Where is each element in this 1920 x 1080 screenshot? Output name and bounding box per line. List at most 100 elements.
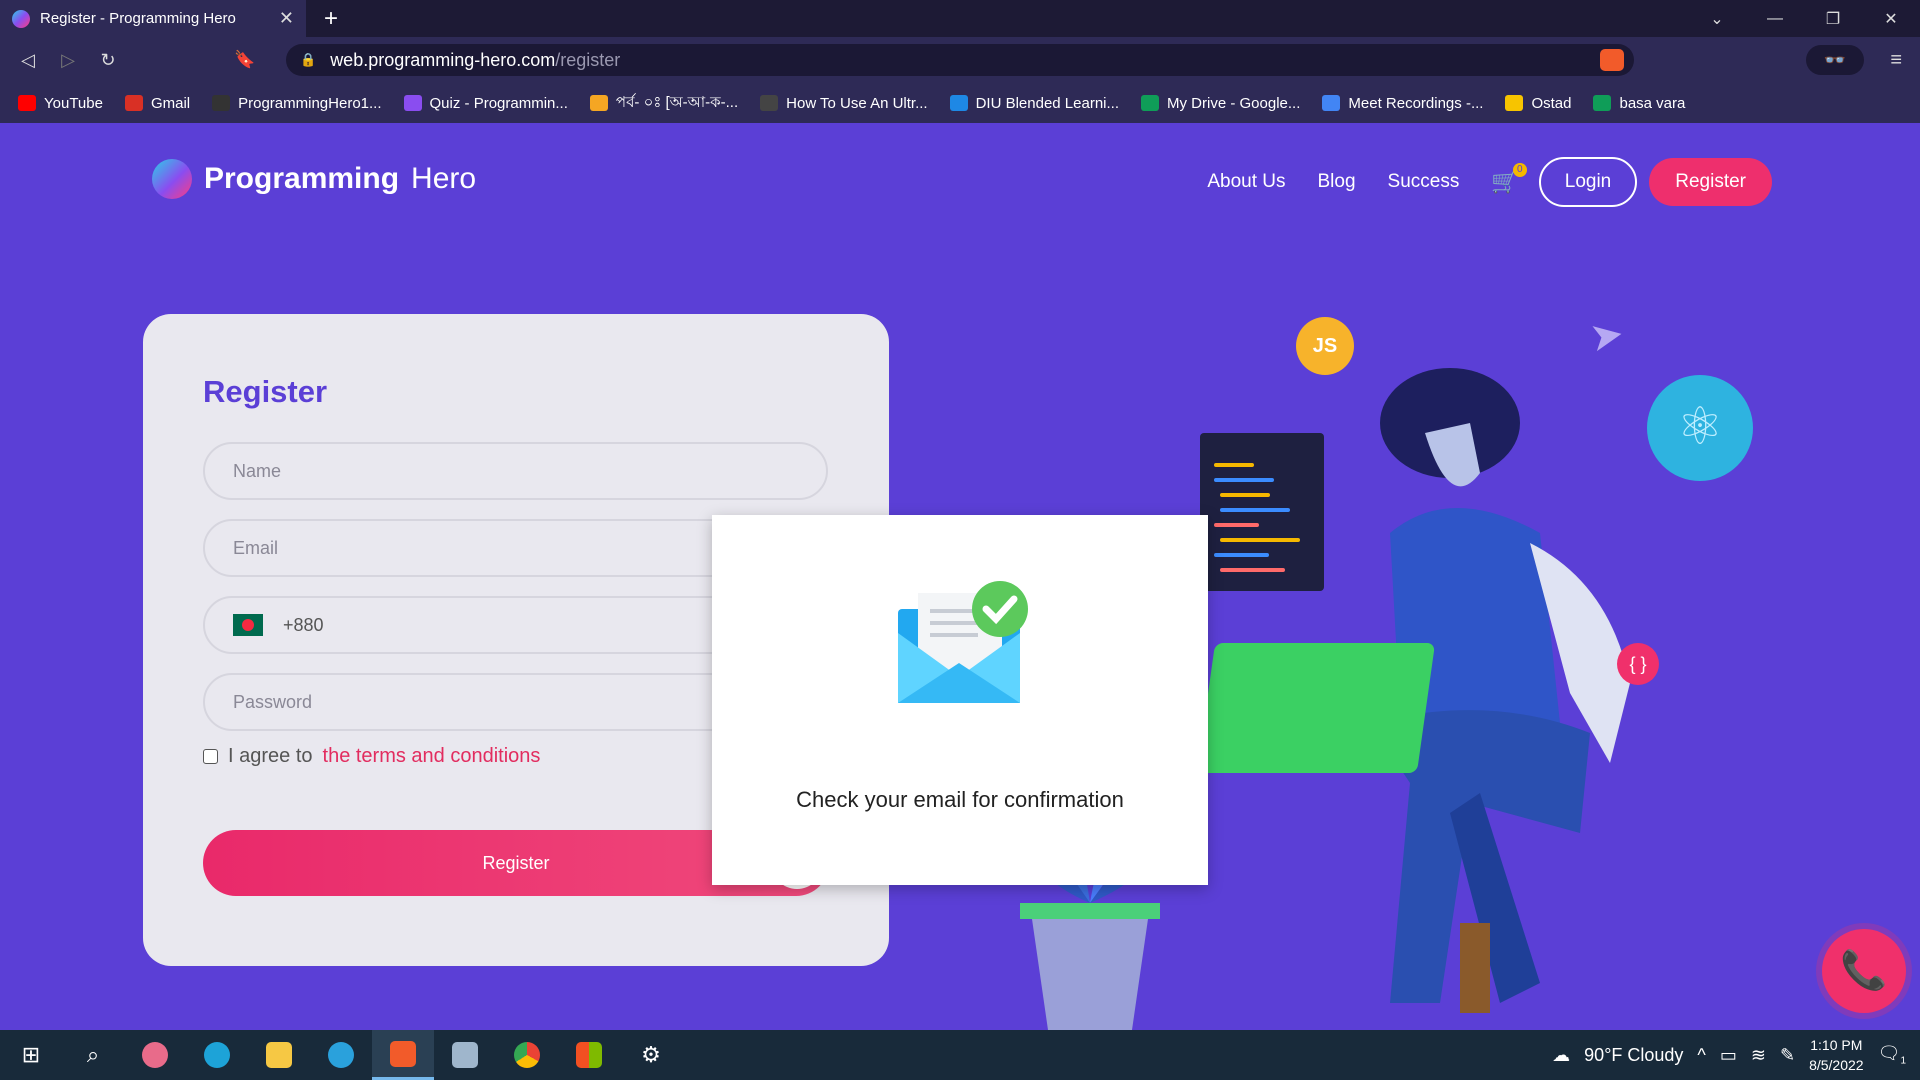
logo-icon — [152, 159, 192, 199]
call-button-icon[interactable]: 📞 — [1822, 929, 1906, 1013]
bookmark-item[interactable]: Meet Recordings -... — [1322, 95, 1483, 112]
notification-count: 1 — [1900, 1055, 1906, 1067]
terms-agreement: I agree to the terms and conditions — [203, 745, 540, 768]
nav-success[interactable]: Success — [1388, 171, 1460, 193]
tab-title: Register - Programming Hero — [40, 10, 236, 27]
favicon-icon — [12, 9, 30, 28]
cart-count-badge: 0 — [1512, 163, 1527, 177]
bookmark-item[interactable]: Ostad — [1505, 95, 1571, 112]
bookmark-favicon-icon — [212, 95, 231, 111]
pen-icon[interactable]: ✎ — [1780, 1045, 1795, 1066]
bookmark-label: Meet Recordings -... — [1348, 94, 1484, 112]
confirmation-modal: Check your email for confirmation — [712, 515, 1208, 885]
paper-plane-icon: ➤ — [1586, 311, 1628, 361]
bookmark-item[interactable]: basa vara — [1593, 95, 1685, 112]
edge-app-icon[interactable] — [186, 1030, 248, 1080]
new-tab-button[interactable]: + — [324, 5, 338, 33]
terms-link[interactable]: the terms and conditions — [323, 745, 541, 768]
clock-date: 8/5/2022 — [1809, 1057, 1864, 1073]
laptop-illustration — [1196, 643, 1436, 773]
login-button[interactable]: Login — [1538, 157, 1638, 207]
chrome-app-icon[interactable] — [496, 1030, 558, 1080]
email-placeholder: Email — [233, 537, 279, 558]
cart-icon[interactable]: 🛒 0 — [1491, 163, 1527, 195]
bookmark-item[interactable]: পর্ব- ০ঃ [অ-আ-ক-... — [589, 91, 739, 116]
browser-titlebar: Register - Programming Hero ✕ + ⌄ — ❐ ✕ — [0, 0, 1920, 37]
nav-blog[interactable]: Blog — [1318, 171, 1356, 193]
reload-button[interactable]: ↻ — [88, 50, 128, 71]
bookmark-item[interactable]: Quiz - Programmin... — [403, 94, 568, 112]
bookmark-page-icon[interactable]: 🔖 — [234, 50, 255, 70]
form-title: Register — [203, 374, 328, 409]
bookmark-label: How To Use An Ultr... — [786, 94, 928, 112]
braces-badge-icon: { } — [1617, 643, 1659, 685]
back-button[interactable]: ◁ — [8, 50, 48, 71]
header-register-button[interactable]: Register — [1649, 158, 1772, 206]
code-window-illustration — [1200, 433, 1324, 591]
windows-taskbar: ⊞ ⌕ ⚙ ☁ 90°F Cloudy ^ ▭ ≋ ✎ 1:10 PM 8/5/… — [0, 1030, 1920, 1080]
extension-icon[interactable]: 👓 — [1806, 45, 1864, 75]
react-icon: ⚛ — [1647, 375, 1753, 481]
bookmark-label: DIU Blended Learni... — [975, 94, 1120, 112]
restore-button[interactable]: ❐ — [1804, 9, 1862, 29]
bangladesh-flag-icon[interactable] — [233, 614, 263, 636]
phone-code: +880 — [283, 614, 324, 635]
address-bar-row: ◁ ▷ ↻ 🔖 🔒 web.programming-hero.com/regis… — [0, 37, 1920, 83]
bookmark-label: পর্ব- ০ঃ [অ-আ-ক-... — [615, 93, 739, 111]
tabs-menu-button[interactable]: ⌄ — [1688, 9, 1746, 29]
tab-close-icon[interactable]: ✕ — [279, 8, 294, 29]
lock-icon: 🔒 — [300, 52, 317, 67]
bookmark-item[interactable]: How To Use An Ultr... — [760, 94, 928, 112]
bookmark-label: Ostad — [1531, 94, 1572, 112]
system-tray: ☁ 90°F Cloudy ^ ▭ ≋ ✎ 1:10 PM 8/5/2022 🗨… — [1552, 1030, 1920, 1080]
chevron-up-icon[interactable]: ^ — [1697, 1045, 1705, 1066]
page: Programming Hero About Us Blog Success 🛒… — [0, 123, 1920, 1030]
bookmark-label: YouTube — [44, 94, 103, 112]
bookmarks-bar: YouTube Gmail ProgrammingHero1... Quiz - Pr… — [0, 83, 1920, 123]
search-icon[interactable]: ⌕ — [62, 1030, 124, 1080]
bookmark-item[interactable]: My Drive - Google... — [1141, 95, 1300, 112]
bookmark-favicon-icon — [1141, 95, 1160, 111]
forward-button[interactable]: ▷ — [48, 50, 88, 71]
notepad-app-icon[interactable] — [434, 1030, 496, 1080]
close-window-button[interactable]: ✕ — [1862, 9, 1920, 29]
bookmark-favicon-icon — [124, 95, 143, 111]
weather-text[interactable]: 90°F Cloudy — [1584, 1045, 1683, 1066]
minimize-button[interactable]: — — [1746, 10, 1804, 28]
bookmark-favicon-icon — [1505, 95, 1524, 111]
bookmark-label: Quiz - Programmin... — [429, 94, 568, 112]
brave-app-icon[interactable] — [372, 1030, 434, 1080]
weather-icon[interactable]: ☁ — [1552, 1045, 1570, 1066]
wifi-icon[interactable]: ≋ — [1751, 1045, 1766, 1066]
settings-gear-icon[interactable]: ⚙ — [620, 1030, 682, 1080]
brave-shield-icon[interactable] — [1600, 49, 1624, 71]
name-field[interactable]: Name — [203, 442, 828, 500]
store-app-icon[interactable] — [558, 1030, 620, 1080]
battery-icon[interactable]: ▭ — [1720, 1045, 1737, 1066]
bookmark-favicon-icon — [949, 95, 968, 111]
clock[interactable]: 1:10 PM 8/5/2022 — [1809, 1035, 1864, 1075]
password-placeholder: Password — [233, 691, 313, 712]
url-path: /register — [555, 49, 621, 70]
bookmark-favicon-icon — [760, 95, 779, 111]
start-button[interactable]: ⊞ — [0, 1030, 62, 1080]
browser-menu-icon[interactable]: ≡ — [1890, 49, 1902, 72]
bookmark-favicon-icon — [1593, 95, 1612, 111]
agree-checkbox[interactable] — [203, 749, 218, 764]
bookmark-item[interactable]: YouTube — [18, 95, 103, 112]
url-field[interactable]: 🔒 web.programming-hero.com/register — [286, 44, 1634, 76]
site-logo[interactable]: Programming Hero — [152, 159, 476, 199]
paint-app-icon[interactable] — [124, 1030, 186, 1080]
bookmark-label: Gmail — [150, 94, 191, 112]
bookmark-label: basa vara — [1619, 94, 1686, 112]
bookmark-item[interactable]: ProgrammingHero1... — [212, 95, 382, 112]
bookmark-item[interactable]: Gmail — [124, 94, 191, 112]
file-explorer-icon[interactable] — [248, 1030, 310, 1080]
bookmark-favicon-icon — [1322, 95, 1341, 111]
notifications-icon[interactable]: 🗨1 — [1878, 1043, 1906, 1067]
telegram-app-icon[interactable] — [310, 1030, 372, 1080]
tab-register[interactable]: Register - Programming Hero ✕ — [0, 0, 306, 37]
window-controls: ⌄ — ❐ ✕ — [1688, 0, 1920, 37]
bookmark-item[interactable]: DIU Blended Learni... — [949, 94, 1120, 112]
nav-about-us[interactable]: About Us — [1207, 171, 1285, 193]
